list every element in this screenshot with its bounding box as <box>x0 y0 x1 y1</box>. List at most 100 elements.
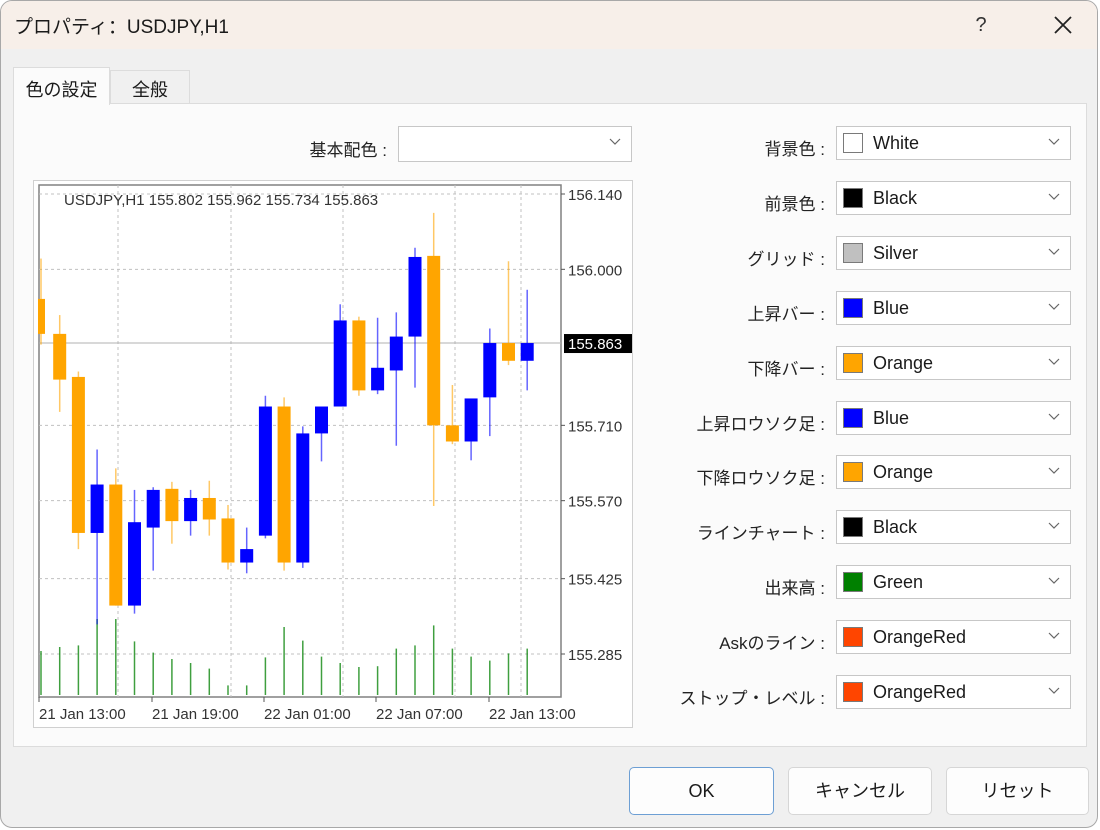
candlestick-chart: 156.140 156.000 155.710 155.570 155.425 155.2… <box>38 184 632 723</box>
candle-body <box>240 549 254 563</box>
setting-6-label: 下降ロウソク足 : <box>696 469 825 489</box>
close-button[interactable] <box>1041 6 1085 44</box>
candle-body <box>315 406 328 434</box>
setting-2-label: グリッド : <box>747 249 825 269</box>
color-swatch <box>843 682 863 702</box>
setting-8-label: 出来高 : <box>764 579 825 599</box>
setting-10-value: OrangeRed <box>873 682 967 702</box>
help-button[interactable]: ? <box>961 6 1001 44</box>
y-tick-label: 156.000 <box>568 262 622 279</box>
candle-body <box>165 488 179 522</box>
setting-1-value: Black <box>873 187 918 208</box>
chevron-down-icon <box>1048 303 1060 310</box>
candle-body <box>445 425 459 442</box>
x-tick-label: 21 Jan 19:00 <box>152 706 239 723</box>
color-swatch <box>843 242 863 263</box>
color-swatch <box>843 133 863 153</box>
color-swatch <box>843 407 863 428</box>
chevron-down-icon <box>609 138 621 145</box>
chevron-down-icon <box>1048 413 1060 420</box>
setting-5-label: 上昇ロウソク足 : <box>696 414 825 434</box>
cancel-button[interactable]: キャンセル <box>788 767 932 815</box>
candle-body <box>277 406 291 563</box>
setting-2-color-select[interactable]: Silver <box>836 235 1071 270</box>
y-tick-label: 156.140 <box>568 187 622 204</box>
color-swatch <box>843 297 863 318</box>
setting-10-label: ストップ・レベル : <box>679 689 825 708</box>
setting-0-label: 背景色 : <box>764 140 825 159</box>
candle-body <box>38 298 45 334</box>
setting-8-color-select[interactable]: Green <box>836 565 1071 600</box>
x-tick-label: 22 Jan 07:00 <box>376 706 463 723</box>
setting-9-color-select[interactable]: OrangeRed <box>836 620 1071 655</box>
setting-1-color-select[interactable]: Black <box>836 180 1071 215</box>
candle-body <box>333 320 347 407</box>
setting-7-value: Black <box>873 517 918 538</box>
setting-3-value: Blue <box>873 297 910 318</box>
candle-body <box>128 522 141 606</box>
setting-3-color-select[interactable]: Blue <box>836 290 1071 325</box>
chevron-down-icon <box>1048 632 1060 639</box>
candle-body <box>71 376 85 533</box>
candle-body <box>352 320 366 391</box>
scheme-label: 基本配色 : <box>309 141 387 160</box>
setting-10-color-select[interactable]: OrangeRed <box>836 675 1071 709</box>
setting-1-label: 前景色 : <box>764 194 825 214</box>
color-swatch <box>843 462 863 483</box>
tab-color-settings[interactable]: 色の設定 <box>13 67 110 105</box>
setting-5-value: Blue <box>873 407 910 428</box>
candle-body <box>258 406 272 536</box>
ok-button[interactable]: OK <box>629 767 774 815</box>
candle-body <box>109 484 123 606</box>
y-tick-label: 155.425 <box>568 572 622 589</box>
candle-body <box>202 497 216 520</box>
x-tick-label: 22 Jan 01:00 <box>264 706 351 723</box>
color-swatch <box>843 517 863 538</box>
chevron-down-icon <box>1048 522 1060 530</box>
candle-body <box>90 484 104 533</box>
candle-body <box>502 343 515 361</box>
y-tick-label: 155.285 <box>568 647 622 664</box>
properties-dialog: プロパティ：USDJPY,H1 ? 色の設定 全般 基本配色 : 156.140… <box>0 0 1098 828</box>
setting-6-value: Orange <box>873 462 934 483</box>
reset-button[interactable]: リセット <box>946 767 1089 815</box>
y-tick-label: 155.570 <box>568 494 622 511</box>
tab-general[interactable]: 全般 <box>110 70 190 103</box>
setting-9-label: Askのライン : <box>719 634 825 654</box>
chart-preview: 156.140 156.000 155.710 155.570 155.425 155.2… <box>33 180 633 728</box>
close-icon <box>1054 16 1072 34</box>
window-title: プロパティ：USDJPY,H1 <box>14 17 229 38</box>
chart-header: USDJPY,H1 155.802 155.962 155.734 155.86… <box>64 192 378 209</box>
color-swatch <box>843 352 863 373</box>
setting-0-value: White <box>873 133 920 153</box>
chevron-down-icon <box>1048 467 1060 475</box>
candle-body <box>427 255 441 426</box>
setting-0-color-select[interactable]: White <box>836 126 1071 160</box>
setting-5-color-select[interactable]: Blue <box>836 400 1071 435</box>
candle-body <box>408 256 422 337</box>
candle-body <box>371 367 385 391</box>
setting-4-label: 下降バー : <box>747 359 825 379</box>
candle-body <box>184 497 198 522</box>
candle-body <box>296 433 310 563</box>
title-bar: プロパティ：USDJPY,H1 ? <box>1 1 1097 49</box>
setting-3-label: 上昇バー : <box>747 304 825 324</box>
candle-body <box>146 489 160 528</box>
candle-body <box>483 343 497 398</box>
candle-body <box>53 333 67 380</box>
current-price-label: 155.863 <box>568 336 622 353</box>
setting-2-value: Silver <box>873 242 919 263</box>
color-swatch <box>843 627 863 648</box>
x-tick-label: 22 Jan 13:00 <box>489 706 576 723</box>
candle-body <box>389 336 403 371</box>
chevron-down-icon <box>1048 577 1060 585</box>
setting-4-color-select[interactable]: Orange <box>836 345 1071 380</box>
chevron-down-icon <box>1048 248 1060 255</box>
setting-9-value: OrangeRed <box>873 627 967 648</box>
y-tick-label: 155.710 <box>568 418 622 435</box>
setting-7-color-select[interactable]: Black <box>836 510 1071 545</box>
color-swatch <box>843 187 863 208</box>
scheme-select[interactable] <box>398 126 632 162</box>
x-tick-label: 21 Jan 13:00 <box>39 706 126 723</box>
setting-6-color-select[interactable]: Orange <box>836 455 1071 490</box>
